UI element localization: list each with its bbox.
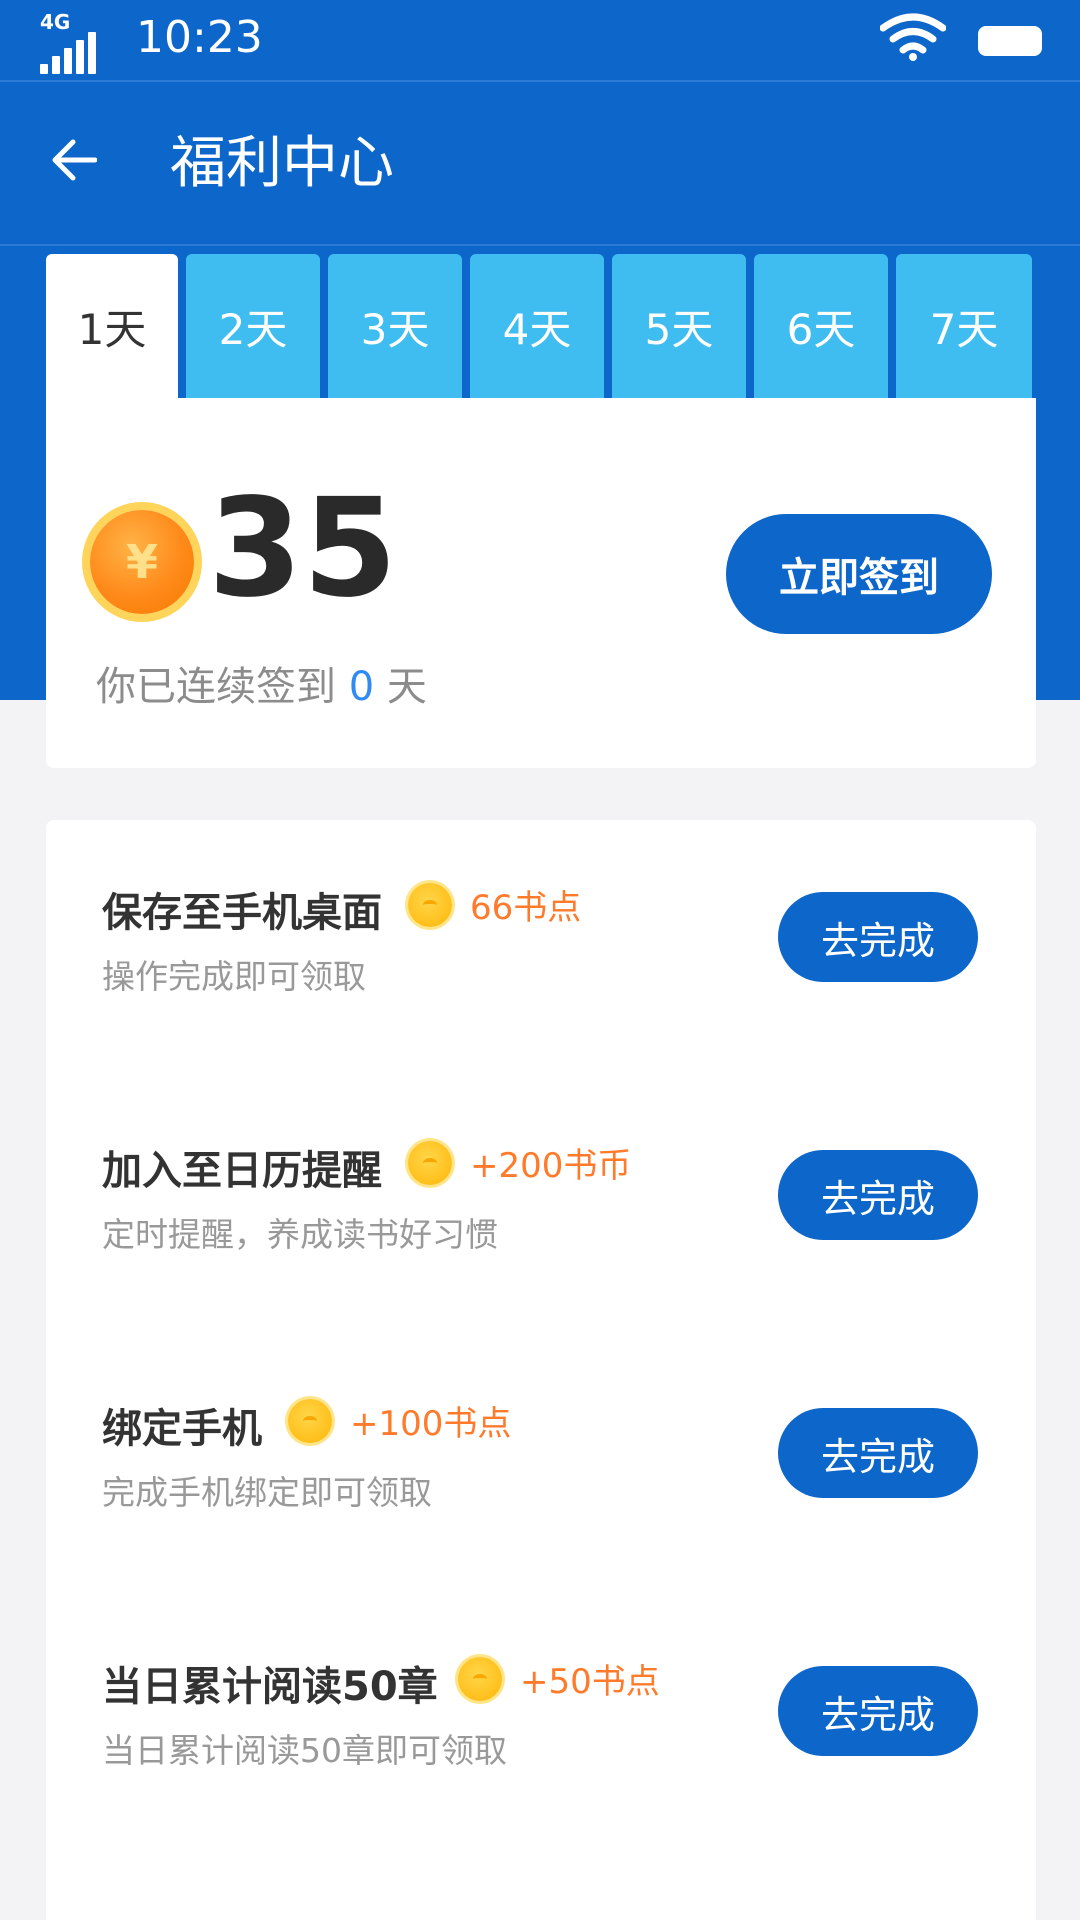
- complete-task-button[interactable]: 去完成: [778, 1408, 978, 1498]
- status-bar: 4G 10:23: [0, 0, 1080, 80]
- coin-icon: [408, 1140, 452, 1185]
- nav-divider: [0, 244, 1080, 246]
- streak-suffix: 天: [386, 664, 427, 710]
- task-title: 保存至手机桌面: [102, 890, 382, 936]
- battery-icon: [978, 26, 1042, 56]
- day-tab-3[interactable]: 3天: [328, 254, 462, 398]
- task-item: 绑定手机 +100书点 完成手机绑定即可领取 去完成: [46, 1336, 1036, 1536]
- coin-icon: ¥: [90, 510, 194, 614]
- signal-icon: [40, 30, 100, 74]
- day-tab-6[interactable]: 6天: [754, 254, 888, 398]
- task-item: 当日累计阅读50章 +50书点 当日累计阅读50章即可领取 去完成: [46, 1594, 1036, 1794]
- complete-task-button[interactable]: 去完成: [778, 1150, 978, 1240]
- day-tab-5[interactable]: 5天: [612, 254, 746, 398]
- complete-task-button[interactable]: 去完成: [778, 1666, 978, 1756]
- day-tab-2[interactable]: 2天: [186, 254, 320, 398]
- complete-task-button[interactable]: 去完成: [778, 892, 978, 982]
- reward-amount: 66书点: [470, 888, 582, 928]
- coin-icon: [458, 1656, 502, 1701]
- task-reward: +50书点: [458, 1654, 660, 1703]
- task-title: 当日累计阅读50章: [102, 1664, 438, 1710]
- reward-amount: +100书点: [350, 1404, 512, 1444]
- back-button[interactable]: [36, 122, 112, 198]
- navigation-bar: 福利中心: [0, 82, 1080, 244]
- coin-balance: 35: [208, 470, 398, 628]
- task-description: 完成手机绑定即可领取: [102, 1473, 432, 1512]
- task-reward: 66书点: [408, 880, 581, 929]
- reward-amount: +200书币: [470, 1146, 632, 1186]
- task-item: 保存至手机桌面 66书点 操作完成即可领取 去完成: [46, 820, 1036, 1020]
- coin-icon: [408, 882, 452, 927]
- sign-day-tabs: 1天 2天 3天 4天 5天 6天 7天: [46, 254, 1032, 398]
- day-tab-1[interactable]: 1天: [46, 254, 178, 398]
- day-tab-7[interactable]: 7天: [896, 254, 1032, 398]
- task-list: 保存至手机桌面 66书点 操作完成即可领取 去完成 加入至日历提醒 +200书币…: [46, 820, 1036, 1920]
- task-reward: +100书点: [288, 1396, 511, 1445]
- reward-amount: +50书点: [520, 1662, 660, 1702]
- page-title: 福利中心: [170, 131, 394, 196]
- streak-text: 你已连续签到 0 天: [96, 654, 427, 712]
- task-reward: +200书币: [408, 1138, 631, 1187]
- welfare-center-screen: 4G 10:23 福利中心 1天 2天 3天 4天 5天 6天 7天 ¥ 35 …: [0, 0, 1080, 1920]
- streak-days: 0: [348, 664, 375, 710]
- back-arrow-icon: [52, 139, 97, 181]
- task-description: 当日累计阅读50章即可领取: [102, 1731, 507, 1770]
- task-item: 加入至日历提醒 +200书币 定时提醒，养成读书好习惯 去完成: [46, 1078, 1036, 1278]
- task-description: 操作完成即可领取: [102, 957, 366, 996]
- status-time: 10:23: [136, 12, 263, 63]
- sign-in-card: ¥ 35 立即签到 你已连续签到 0 天: [46, 398, 1036, 768]
- task-description: 定时提醒，养成读书好习惯: [102, 1215, 498, 1254]
- sign-in-button[interactable]: 立即签到: [726, 514, 992, 634]
- day-tab-4[interactable]: 4天: [470, 254, 604, 398]
- streak-prefix: 你已连续签到: [96, 664, 336, 710]
- task-title: 绑定手机: [102, 1406, 262, 1452]
- wifi-icon: [880, 13, 946, 61]
- task-title: 加入至日历提醒: [102, 1148, 382, 1194]
- coin-icon: [288, 1398, 332, 1443]
